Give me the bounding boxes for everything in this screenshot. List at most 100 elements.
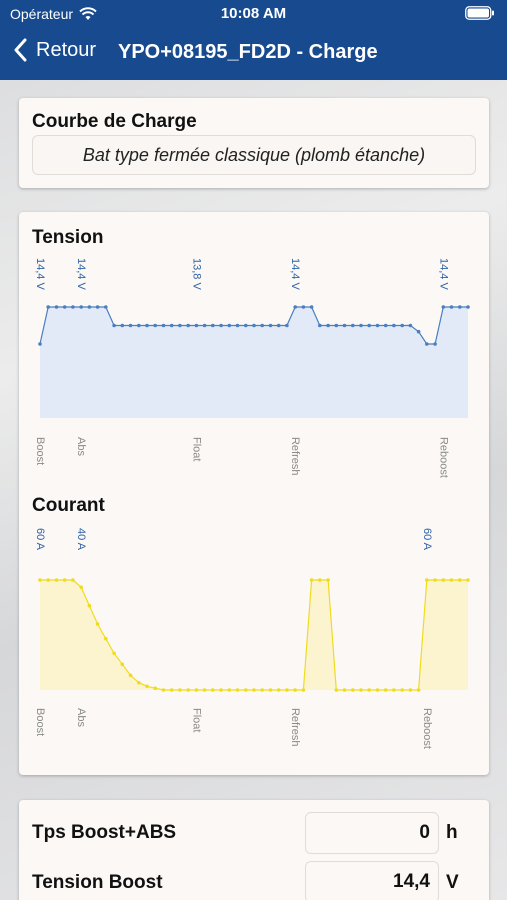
data-point <box>260 323 264 328</box>
param-label: Tension Boost <box>32 872 163 893</box>
data-point <box>62 305 67 309</box>
data-point <box>211 688 215 692</box>
data-point <box>38 578 42 582</box>
data-point <box>392 688 396 692</box>
data-point <box>235 688 240 692</box>
data-point <box>425 578 429 582</box>
phase-label: Reboost <box>437 437 449 478</box>
data-point <box>128 323 133 328</box>
data-point <box>433 342 437 346</box>
data-point <box>383 688 388 692</box>
data-point <box>293 688 298 692</box>
data-point <box>178 688 182 692</box>
data-point <box>392 323 396 328</box>
data-point <box>112 323 116 328</box>
data-point <box>95 305 100 309</box>
data-point <box>285 688 289 692</box>
data-point <box>87 305 92 309</box>
phase-label: Abs <box>75 708 87 727</box>
back-label: Retour <box>36 38 97 61</box>
data-point <box>268 688 273 692</box>
data-point <box>169 688 174 692</box>
parameters-card: Tps Boost+ABS 0 h Tension Boost 14,4 V <box>19 800 489 900</box>
data-point <box>449 578 454 582</box>
data-point <box>137 680 141 685</box>
data-point <box>145 684 149 689</box>
data-point <box>342 688 347 692</box>
tension-title: Tension <box>32 227 104 248</box>
data-point <box>367 688 372 692</box>
data-point <box>153 323 157 328</box>
data-point <box>309 578 314 582</box>
data-point <box>161 688 166 692</box>
page-title: YPO+08195_FD2D - Charge <box>118 41 378 63</box>
nav-bar: Retour YPO+08195_FD2D - Charge <box>0 36 507 70</box>
data-point <box>318 578 322 582</box>
data-point <box>351 323 355 328</box>
data-point <box>334 688 339 692</box>
data-point <box>252 323 256 328</box>
data-point <box>54 578 59 582</box>
value-annotation: 14,4 V <box>75 258 87 290</box>
data-point <box>62 578 67 582</box>
data-point <box>145 323 149 328</box>
charge-curve-title: Courbe de Charge <box>32 111 197 132</box>
data-point <box>441 305 446 309</box>
data-point <box>71 305 75 309</box>
data-point <box>359 323 363 328</box>
data-point <box>326 323 330 328</box>
tps-boost-abs-field[interactable]: 0 <box>305 812 439 854</box>
tension-boost-field[interactable]: 14,4 <box>305 861 439 900</box>
value-annotation: 40 A <box>75 528 87 551</box>
data-point <box>137 323 141 328</box>
value-annotation: 14,4 V <box>437 258 449 290</box>
data-point <box>178 323 182 328</box>
param-label: Tps Boost+ABS <box>32 822 177 843</box>
data-point <box>367 323 372 328</box>
data-point <box>128 673 133 678</box>
back-button[interactable]: Retour <box>14 38 96 62</box>
data-point <box>408 688 413 692</box>
data-point <box>375 323 380 328</box>
data-point <box>276 323 281 328</box>
data-point <box>104 305 108 309</box>
data-point <box>71 578 75 582</box>
data-point <box>194 323 199 328</box>
phase-label: Refresh <box>289 708 301 747</box>
data-point <box>244 323 248 328</box>
data-point <box>458 305 462 309</box>
data-point <box>400 688 405 692</box>
data-point <box>383 323 388 328</box>
data-point <box>38 342 42 346</box>
charts-card: Tension 14,4 V 14,4 V 13,8 V 14,4 V 14,4 V Bo… <box>19 212 489 775</box>
charge-curve-card: Courbe de Charge Bat type fermée classiq… <box>19 98 489 188</box>
data-point <box>235 323 240 328</box>
data-point <box>219 688 223 692</box>
data-point <box>408 323 413 328</box>
data-point <box>202 323 207 328</box>
chevron-left-icon <box>14 38 27 62</box>
data-point <box>46 578 50 582</box>
data-point <box>301 688 306 692</box>
phase-label: Float <box>190 708 202 732</box>
data-point <box>186 323 190 328</box>
phase-label: Float <box>190 437 202 461</box>
data-point <box>79 305 83 309</box>
battery-type-select[interactable]: Bat type fermée classique (plomb étanche… <box>32 135 476 175</box>
data-point <box>112 651 116 656</box>
data-point <box>260 688 264 692</box>
series-area <box>40 307 468 418</box>
data-point <box>276 688 281 692</box>
data-point <box>449 305 454 309</box>
data-point <box>425 342 429 346</box>
data-point <box>285 323 289 328</box>
value-annotation: 14,4 V <box>34 258 46 290</box>
data-point <box>120 323 125 328</box>
data-point <box>95 622 100 626</box>
value-annotation: 60 A <box>421 528 433 551</box>
data-point <box>359 688 363 692</box>
data-point <box>104 636 108 641</box>
data-point <box>416 329 421 334</box>
data-point <box>309 305 314 309</box>
data-point <box>194 688 199 692</box>
